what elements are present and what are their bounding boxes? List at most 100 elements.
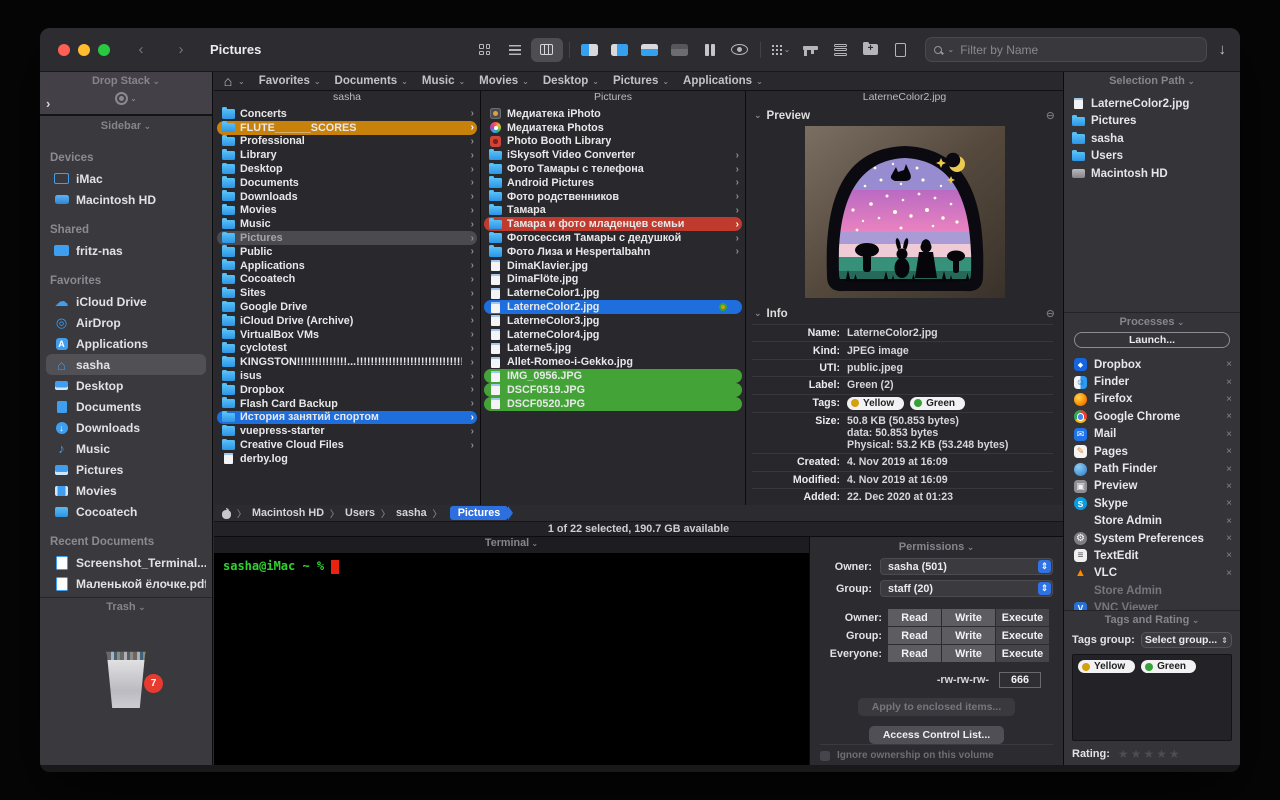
quit-process-icon[interactable]: ×	[1226, 481, 1232, 492]
sidebar-item[interactable]: Favorites	[46, 270, 206, 291]
sidebar-item[interactable]: Маленькой ёлочке.pdf	[46, 573, 206, 594]
write-toggle[interactable]: Write	[942, 645, 996, 662]
process-row[interactable]: Mail ×	[1074, 426, 1232, 443]
file-row[interactable]: IMG_0956.JPG	[484, 369, 742, 383]
trash-header[interactable]: Trash	[40, 601, 212, 613]
list-view-button[interactable]	[501, 38, 529, 62]
process-row[interactable]: Store Admin ×	[1074, 513, 1232, 530]
file-row[interactable]: LaterneColor2.jpg	[484, 300, 742, 314]
tag-pill[interactable]: Yellow	[1078, 660, 1135, 673]
download-arrow-icon[interactable]: ↓	[1219, 41, 1227, 58]
permissions-header[interactable]: Permissions	[820, 541, 1053, 553]
write-toggle[interactable]: Write	[942, 627, 996, 644]
file-row[interactable]: iSkysoft Video Converter ›	[484, 148, 742, 162]
file-row[interactable]: Laterne5.jpg	[484, 342, 742, 356]
file-row[interactable]: Фото родственников ›	[484, 190, 742, 204]
sidebar-item[interactable]: Music	[46, 438, 206, 459]
back-button[interactable]: ‹	[132, 41, 150, 58]
forward-button[interactable]: ›	[172, 41, 190, 58]
sidebar-item[interactable]: fritz-nas	[46, 240, 206, 261]
file-row[interactable]: История занятий спортом ›	[217, 411, 477, 425]
zoom-window-button[interactable]	[98, 44, 110, 56]
folder-menu[interactable]: Desktop	[543, 75, 599, 87]
breadcrumb-segment[interactable]: Macintosh HD	[252, 507, 324, 519]
file-row[interactable]: Медиатека Photos	[484, 121, 742, 135]
file-row[interactable]: Фото Лиза и Hespertalbahn ›	[484, 245, 742, 259]
preview-image[interactable]	[805, 126, 1005, 298]
read-toggle[interactable]: Read	[888, 645, 942, 662]
quit-process-icon[interactable]: ×	[1226, 568, 1232, 579]
quit-process-icon[interactable]: ×	[1226, 359, 1232, 370]
section-options-icon[interactable]: ⊖	[1046, 307, 1055, 320]
file-row[interactable]: VirtualBox VMs ›	[217, 328, 477, 342]
file-row[interactable]: Creative Cloud Files ›	[217, 438, 477, 452]
file-row[interactable]: DimaFlöte.jpg	[484, 273, 742, 287]
quit-process-icon[interactable]: ×	[1226, 498, 1232, 509]
expand-drop-stack-icon[interactable]: ›	[46, 96, 50, 111]
sidebar-item[interactable]: Movies	[46, 480, 206, 501]
preview-section-header[interactable]: ⌄ Preview ⊖	[746, 106, 1063, 124]
selection-path-item[interactable]: Pictures	[1072, 113, 1232, 131]
quit-process-icon[interactable]: ×	[1226, 377, 1232, 388]
tag-pill[interactable]: Yellow	[847, 397, 904, 410]
drop-stack-header[interactable]: Drop Stack	[40, 75, 212, 87]
file-row[interactable]: vuepress-starter ›	[217, 424, 477, 438]
file-row[interactable]: FLUTE______SCORES ›	[217, 121, 477, 135]
launch-button[interactable]: Launch...	[1074, 332, 1230, 348]
sidebar-header[interactable]: Sidebar	[40, 116, 212, 134]
selection-path-item[interactable]: Macintosh HD	[1072, 165, 1232, 183]
group-select[interactable]: staff (20)	[880, 580, 1053, 597]
filter-input[interactable]	[960, 43, 1197, 57]
file-row[interactable]: isus ›	[217, 369, 477, 383]
sidebar-item[interactable]: Recent Documents	[46, 531, 206, 552]
tag-pill[interactable]: Green	[1141, 660, 1196, 673]
file-row[interactable]: Sites ›	[217, 286, 477, 300]
quit-process-icon[interactable]: ×	[1226, 533, 1232, 544]
sidebar-item[interactable]: Downloads	[46, 417, 206, 438]
file-row[interactable]: iCloud Drive (Archive) ›	[217, 314, 477, 328]
close-window-button[interactable]	[58, 44, 70, 56]
quit-process-icon[interactable]: ×	[1226, 464, 1232, 475]
octal-input[interactable]: 666	[999, 672, 1041, 688]
file-row[interactable]: Music ›	[217, 217, 477, 231]
file-row[interactable]: Concerts ›	[217, 107, 477, 121]
minimize-window-button[interactable]	[78, 44, 90, 56]
tools-button[interactable]	[797, 38, 825, 62]
section-options-icon[interactable]: ⊖	[1046, 109, 1055, 122]
process-row[interactable]: Google Chrome ×	[1074, 408, 1232, 425]
sidebar-item[interactable]: Devices	[46, 147, 206, 168]
new-document-button[interactable]	[887, 38, 915, 62]
file-row[interactable]: LaterneColor1.jpg	[484, 286, 742, 300]
processes-header[interactable]: Processes	[1064, 316, 1240, 328]
breadcrumb-segment[interactable]: Users	[345, 507, 375, 519]
file-row[interactable]: Тамара и фото младенцев семьи ›	[484, 217, 742, 231]
sidebar-item[interactable]: Cocoatech	[46, 501, 206, 522]
modules-menu-button[interactable]: ⌄	[767, 38, 795, 62]
sidebar-item[interactable]: Applications	[46, 333, 206, 354]
file-row[interactable]: Desktop ›	[217, 162, 477, 176]
file-row[interactable]: KINGSTON!!!!!!!!!!!!!!...!!!!!!!!!!!!!!!…	[217, 355, 477, 369]
execute-toggle[interactable]: Execute	[996, 645, 1050, 662]
process-row[interactable]: Firefox ×	[1074, 391, 1232, 408]
file-row[interactable]: Фото Тамары с телефона ›	[484, 162, 742, 176]
process-row[interactable]: Preview ×	[1074, 478, 1232, 495]
breadcrumb-current[interactable]: Pictures	[450, 506, 509, 520]
drop-stack-target-icon[interactable]	[115, 92, 128, 105]
sidebar-item[interactable]: Desktop	[46, 375, 206, 396]
apple-icon[interactable]	[222, 508, 231, 519]
sidebar-item[interactable]: Macintosh HD	[46, 189, 206, 210]
sidebar-item[interactable]: iMac	[46, 168, 206, 189]
access-control-list-button[interactable]: Access Control List...	[869, 726, 1004, 744]
column-view-button[interactable]	[531, 38, 563, 62]
file-row[interactable]: Public ›	[217, 245, 477, 259]
folder-menu[interactable]: Movies	[479, 75, 529, 87]
file-row[interactable]: Android Pictures ›	[484, 176, 742, 190]
sidebar-item[interactable]: Pictures	[46, 459, 206, 480]
file-row[interactable]: LaterneColor4.jpg	[484, 328, 742, 342]
sidebar-item[interactable]: iCloud Drive	[46, 291, 206, 312]
file-row[interactable]: DSCF0519.JPG	[484, 383, 742, 397]
process-row[interactable]: Store Admin ×	[1074, 582, 1232, 599]
process-row[interactable]: Dropbox ×	[1074, 356, 1232, 373]
file-row[interactable]: LaterneColor3.jpg	[484, 314, 742, 328]
file-row[interactable]: Professional ›	[217, 135, 477, 149]
